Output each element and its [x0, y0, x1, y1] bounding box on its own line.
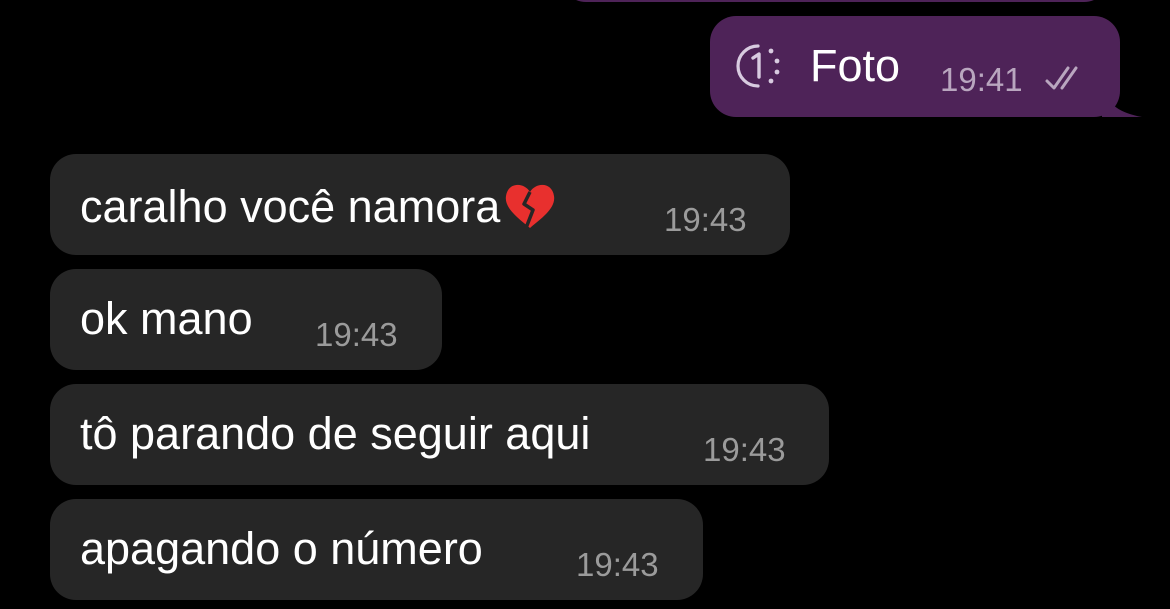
- double-check-icon: [1045, 66, 1078, 90]
- message-text: caralho você namora: [80, 180, 558, 233]
- previous-message-bubble[interactable]: [560, 0, 1110, 2]
- message-text: tô parando de seguir aqui: [80, 408, 591, 459]
- message-time: 19:41: [940, 61, 1023, 98]
- message-time: 19:43: [703, 431, 786, 468]
- message-time: 19:43: [664, 201, 747, 238]
- broken-heart-icon: [506, 184, 555, 229]
- outgoing-message-bubble[interactable]: Foto 19:41: [710, 16, 1142, 117]
- message-text: apagando o número: [80, 523, 483, 574]
- incoming-message-bubble[interactable]: caralho você namora 19:43: [50, 154, 790, 255]
- bubble-tail: [1102, 87, 1142, 117]
- message-time: 19:43: [315, 316, 398, 353]
- incoming-message-bubble[interactable]: apagando o número 19:43: [50, 499, 703, 600]
- message-text-content: caralho você namora: [80, 181, 501, 232]
- incoming-message-bubble[interactable]: ok mano 19:43: [50, 269, 442, 370]
- view-once-icon: [736, 44, 780, 88]
- message-time: 19:43: [576, 546, 659, 583]
- incoming-message-bubble[interactable]: tô parando de seguir aqui 19:43: [50, 384, 829, 485]
- message-text: ok mano: [80, 293, 253, 344]
- message-text: Foto: [810, 40, 901, 91]
